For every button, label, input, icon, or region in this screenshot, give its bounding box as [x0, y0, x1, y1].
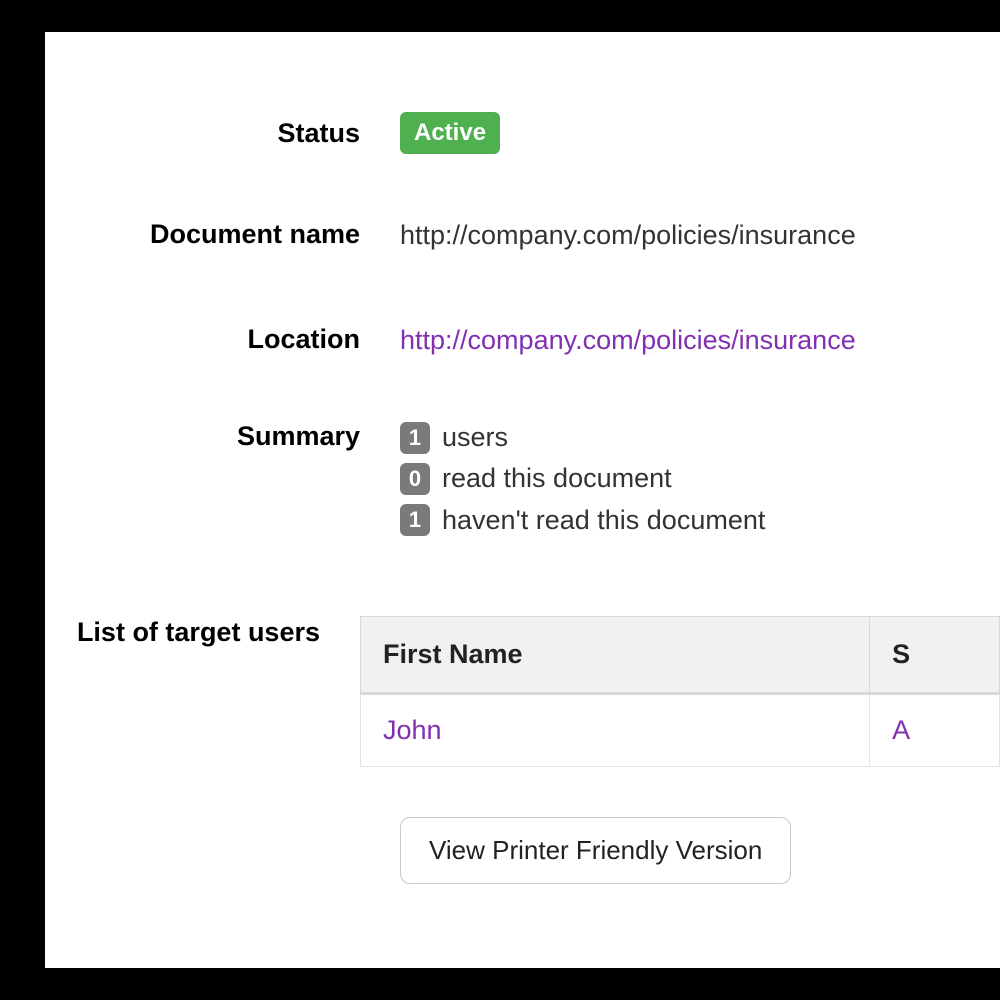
label-summary: Summary: [45, 420, 400, 452]
summary-read-text: read this document: [442, 461, 672, 496]
summary-read-count: 0: [400, 463, 430, 495]
cell-second[interactable]: A: [870, 693, 1000, 766]
status-badge: Active: [400, 112, 500, 154]
value-summary: 1 users 0 read this document 1 haven't r…: [400, 420, 1000, 543]
row-target-users: List of target users First Name S John A: [45, 616, 1000, 767]
location-link[interactable]: http://company.com/policies/insurance: [400, 325, 856, 355]
row-summary: Summary 1 users 0 read this document 1 h…: [45, 420, 1000, 543]
label-status: Status: [45, 117, 400, 149]
label-target-users: List of target users: [45, 616, 360, 648]
col-first-name[interactable]: First Name: [361, 616, 870, 693]
cell-first-name[interactable]: John: [361, 693, 870, 766]
printer-friendly-button[interactable]: View Printer Friendly Version: [400, 817, 791, 884]
value-document-name: http://company.com/policies/insurance: [400, 218, 1000, 253]
table-row: John A: [361, 693, 1000, 766]
summary-users-text: users: [442, 420, 508, 455]
summary-unread-count: 1: [400, 504, 430, 536]
row-actions: View Printer Friendly Version: [45, 817, 1000, 884]
summary-users-count: 1: [400, 422, 430, 454]
value-location: http://company.com/policies/insurance: [400, 323, 1000, 358]
value-status: Active: [400, 112, 1000, 154]
summary-unread-line: 1 haven't read this document: [400, 503, 1000, 538]
value-actions: View Printer Friendly Version: [400, 817, 1000, 884]
label-location: Location: [45, 323, 400, 355]
summary-users-line: 1 users: [400, 420, 1000, 455]
label-document-name: Document name: [45, 218, 400, 250]
col-second[interactable]: S: [870, 616, 1000, 693]
row-status: Status Active: [45, 112, 1000, 154]
row-location: Location http://company.com/policies/ins…: [45, 323, 1000, 358]
summary-read-line: 0 read this document: [400, 461, 1000, 496]
details-panel: Status Active Document name http://compa…: [45, 32, 1000, 968]
target-users-table: First Name S John A: [360, 616, 1000, 767]
row-document-name: Document name http://company.com/policie…: [45, 218, 1000, 253]
table-header-row: First Name S: [361, 616, 1000, 693]
value-target-users: First Name S John A: [360, 616, 1000, 767]
summary-unread-text: haven't read this document: [442, 503, 765, 538]
